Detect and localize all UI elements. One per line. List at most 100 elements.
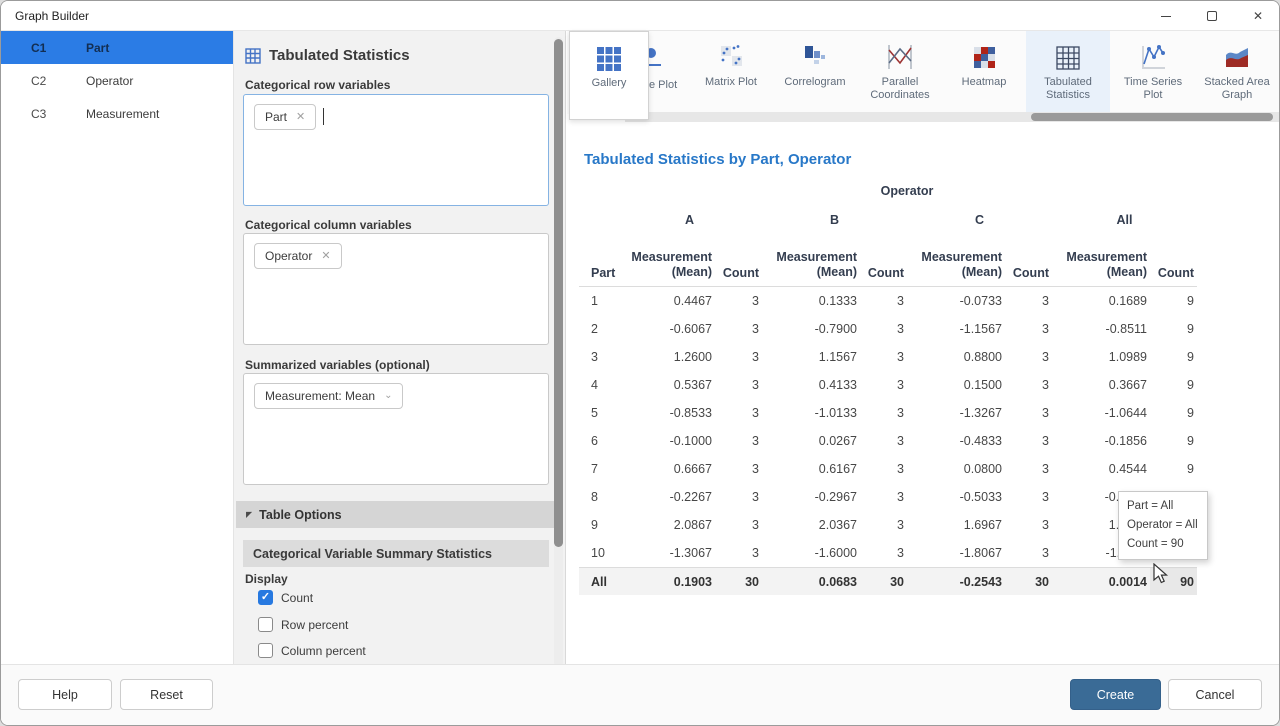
- gallery-item-label: Stacked Area Graph: [1195, 76, 1279, 102]
- sidebar-item-operator[interactable]: C2 Operator: [1, 64, 233, 97]
- tooltip-line: Operator = All: [1127, 516, 1199, 535]
- table-row[interactable]: 6 -0.1000 3 0.0267 3 -0.4833 3 -0.1856 9: [579, 427, 1197, 455]
- table-row[interactable]: 3 1.2600 3 1.1567 3 0.8800 3 1.0989 9: [579, 343, 1197, 371]
- gallery-item-partial-plot[interactable]: e Plot: [641, 31, 711, 114]
- checkbox-row-percent[interactable]: Row percent: [258, 617, 348, 632]
- cell-count: 3: [715, 434, 762, 448]
- minimize-icon: [1161, 16, 1171, 17]
- sidebar-item-measurement[interactable]: C3 Measurement: [1, 97, 233, 130]
- count-column-header: Count: [1005, 266, 1052, 280]
- table-row[interactable]: 4 0.5367 3 0.4133 3 0.1500 3 0.3667 9: [579, 371, 1197, 399]
- cell-part: 8: [579, 490, 617, 504]
- cell-mean: 0.6667: [617, 462, 715, 476]
- create-button[interactable]: Create: [1070, 679, 1161, 710]
- summarized-variables-box[interactable]: Measurement: Mean ⌄: [243, 373, 549, 485]
- gallery-item-gallery[interactable]: Gallery: [569, 31, 649, 120]
- gallery-item-time-series-plot[interactable]: Time Series Plot: [1111, 31, 1195, 114]
- table-row[interactable]: 8 -0.2267 3 -0.2967 3 -0.5033 3 -0.3422 …: [579, 483, 1197, 511]
- row-variables-box[interactable]: Part ✕: [243, 94, 549, 206]
- parallel-coordinates-icon: [886, 43, 914, 71]
- gallery-item-correlogram[interactable]: Correlogram: [773, 31, 857, 114]
- table-row[interactable]: 2 -0.6067 3 -0.7900 3 -1.1567 3 -0.8511 …: [579, 315, 1197, 343]
- table-row[interactable]: 7 0.6667 3 0.6167 3 0.0800 3 0.4544 9: [579, 455, 1197, 483]
- remove-chip-icon[interactable]: ✕: [296, 112, 305, 123]
- cell-mean: 1.2600: [617, 350, 715, 364]
- mean-column-header: Measurement(Mean): [762, 250, 860, 280]
- gallery-item-heatmap[interactable]: Heatmap: [942, 31, 1026, 114]
- cell-count: 9: [1150, 322, 1197, 336]
- stacked-area-graph-icon: [1223, 43, 1251, 71]
- cell-mean: -0.0733: [907, 294, 1005, 308]
- table-row[interactable]: 5 -0.8533 3 -1.0133 3 -1.3267 3 -1.0644 …: [579, 399, 1197, 427]
- checkbox-checked-icon[interactable]: ✓: [258, 590, 273, 605]
- cell-mean: 0.4467: [617, 294, 715, 308]
- panel-scrollbar-thumb[interactable]: [554, 39, 563, 547]
- gallery-item-tabulated-statistics[interactable]: Tabulated Statistics: [1026, 31, 1110, 114]
- variable-chip-part[interactable]: Part ✕: [254, 104, 316, 130]
- cell-part: 7: [579, 462, 617, 476]
- cell-mean: -0.6067: [617, 322, 715, 336]
- cancel-button[interactable]: Cancel: [1168, 679, 1262, 710]
- cell-count: 3: [1005, 350, 1052, 364]
- maximize-button[interactable]: [1189, 1, 1235, 31]
- table-row[interactable]: All 0.1903 30 0.0683 30 -0.2543 30 0.001…: [579, 567, 1197, 595]
- gallery-scrollbar-thumb[interactable]: [1031, 113, 1273, 121]
- gallery-item-stacked-area-graph[interactable]: Stacked Area Graph: [1195, 31, 1279, 114]
- sidebar-item-part[interactable]: C1 Part: [1, 31, 233, 64]
- graph-gallery-strip: e Plot Gallery Matrix Plot Correlogram P…: [567, 31, 1280, 114]
- cell-mean: -1.3267: [907, 406, 1005, 420]
- mean-column-header: Measurement(Mean): [617, 250, 715, 280]
- text-caret: [323, 108, 324, 125]
- remove-chip-icon[interactable]: ✕: [321, 251, 330, 262]
- checkbox-unchecked-icon[interactable]: [258, 643, 273, 658]
- cell-mean: -0.8511: [1052, 322, 1150, 336]
- checkbox-count[interactable]: ✓ Count: [258, 590, 313, 605]
- column-variables-box[interactable]: Operator ✕: [243, 233, 549, 345]
- cell-part: 4: [579, 378, 617, 392]
- checkbox-label: Row percent: [281, 618, 348, 632]
- cell-count: 3: [860, 462, 907, 476]
- cell-mean: 0.0014: [1052, 575, 1150, 589]
- variable-chip-operator[interactable]: Operator ✕: [254, 243, 342, 269]
- cell-mean: 0.0800: [907, 462, 1005, 476]
- table-row[interactable]: 10 -1.3067 3 -1.6000 3 -1.8067 3 -1.5711…: [579, 539, 1197, 567]
- display-label: Display: [245, 572, 288, 586]
- variable-chip-measurement-mean[interactable]: Measurement: Mean ⌄: [254, 383, 403, 409]
- cell-count: 3: [1005, 546, 1052, 560]
- cell-count: 3: [715, 294, 762, 308]
- column-id: C2: [31, 74, 46, 88]
- operator-span-header: Operator: [617, 184, 1197, 198]
- cell-count: 9: [1150, 462, 1197, 476]
- cell-mean: -0.2543: [907, 575, 1005, 589]
- reset-button[interactable]: Reset: [120, 679, 213, 710]
- cell-count: 3: [1005, 406, 1052, 420]
- table-row[interactable]: 9 2.0867 3 2.0367 3 1.6967 3 1.9400 9: [579, 511, 1197, 539]
- cell-mean: 2.0867: [617, 518, 715, 532]
- help-button[interactable]: Help: [18, 679, 112, 710]
- gallery-item-parallel-coordinates[interactable]: Parallel Coordinates: [858, 31, 942, 114]
- count-column-header: Count: [715, 266, 762, 280]
- cell-count: 3: [715, 350, 762, 364]
- checkbox-column-percent[interactable]: Column percent: [258, 643, 366, 658]
- titlebar: Graph Builder ✕: [1, 1, 1280, 31]
- collapse-icon: ◤: [246, 511, 252, 519]
- checkbox-unchecked-icon[interactable]: [258, 617, 273, 632]
- tooltip-line: Part = All: [1127, 497, 1199, 516]
- cell-mean: -1.8067: [907, 546, 1005, 560]
- cell-mean: -0.4833: [907, 434, 1005, 448]
- table-icon: [245, 48, 261, 64]
- close-button[interactable]: ✕: [1235, 1, 1280, 31]
- cell-mean: 0.4133: [762, 378, 860, 392]
- correlogram-icon: [801, 43, 829, 71]
- cell-count: 3: [715, 518, 762, 532]
- column-id: C1: [31, 41, 46, 55]
- cell-count: 3: [860, 518, 907, 532]
- summarized-variables-label: Summarized variables (optional): [245, 358, 430, 372]
- table-row[interactable]: 1 0.4467 3 0.1333 3 -0.0733 3 0.1689 9: [579, 287, 1197, 315]
- chevron-down-icon[interactable]: ⌄: [384, 391, 392, 401]
- minimize-button[interactable]: [1143, 1, 1189, 31]
- cell-mean: -1.3067: [617, 546, 715, 560]
- cell-count: 3: [1005, 518, 1052, 532]
- table-options-header[interactable]: ◤ Table Options: [236, 501, 554, 528]
- cell-mean: 0.6167: [762, 462, 860, 476]
